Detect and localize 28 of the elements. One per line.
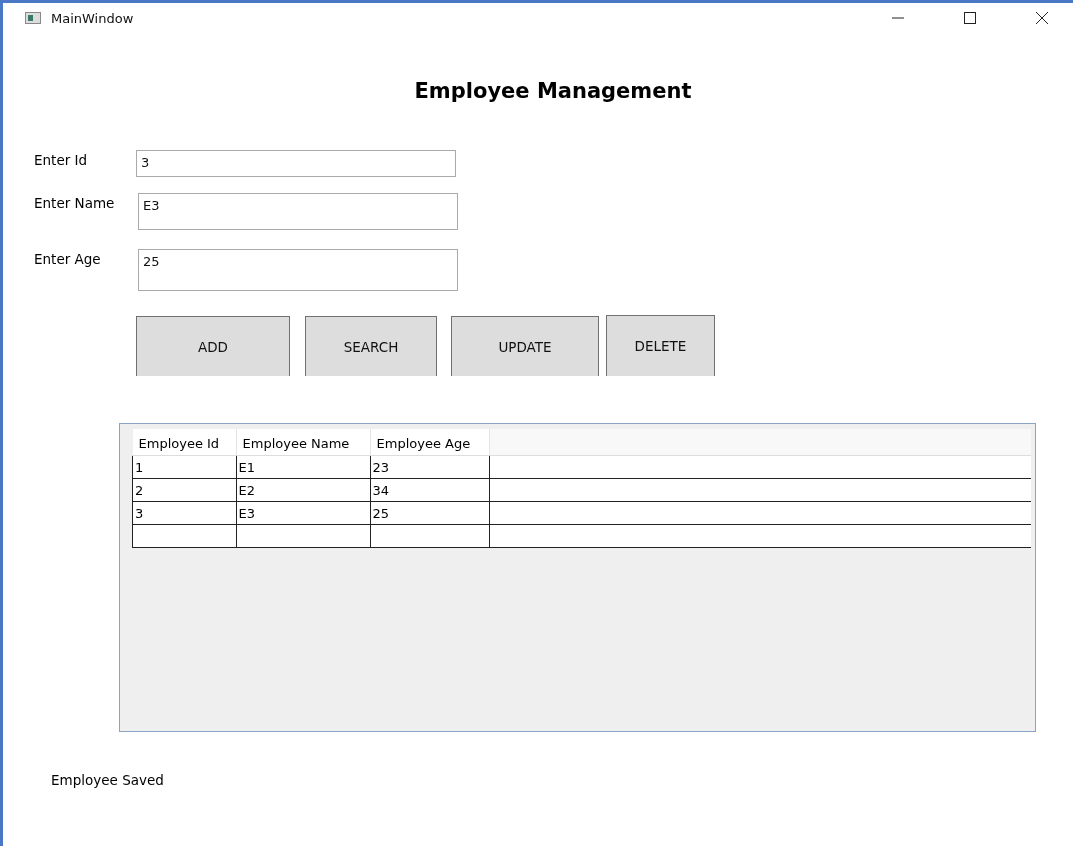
maximize-icon	[963, 11, 977, 25]
table-cell: E1	[236, 455, 370, 479]
page-heading: Employee Management	[413, 79, 692, 103]
field-label: Enter Name	[33, 194, 116, 211]
table-cell: 25	[370, 501, 489, 525]
app-icon	[25, 12, 41, 24]
status-message: Employee Saved	[51, 772, 165, 788]
action-button[interactable]: UPDATE	[451, 316, 599, 376]
table-cell: E3	[236, 501, 370, 525]
window-title: MainWindow	[51, 10, 135, 26]
action-button[interactable]: DELETE	[606, 315, 715, 376]
action-button[interactable]: ADD	[136, 316, 290, 376]
field-label: Enter Id	[33, 151, 89, 168]
table-cell: 1	[132, 455, 236, 479]
table-cell: E2	[236, 478, 370, 502]
close-icon	[1035, 11, 1049, 25]
input-field[interactable]: E3	[138, 193, 458, 230]
column-header[interactable]: Employee Name	[236, 429, 370, 456]
table-cell: 2	[132, 478, 236, 502]
action-button[interactable]: SEARCH	[305, 316, 437, 376]
table-cell: 34	[370, 478, 489, 502]
table-cell: 3	[132, 501, 236, 525]
input-field[interactable]: 25	[138, 249, 458, 291]
column-header[interactable]: Employee Id	[132, 429, 236, 456]
field-label: Enter Age	[33, 250, 102, 267]
column-header[interactable]: Employee Age	[370, 429, 489, 456]
table-cell: 23	[370, 455, 489, 479]
input-field[interactable]: 3	[136, 150, 456, 177]
